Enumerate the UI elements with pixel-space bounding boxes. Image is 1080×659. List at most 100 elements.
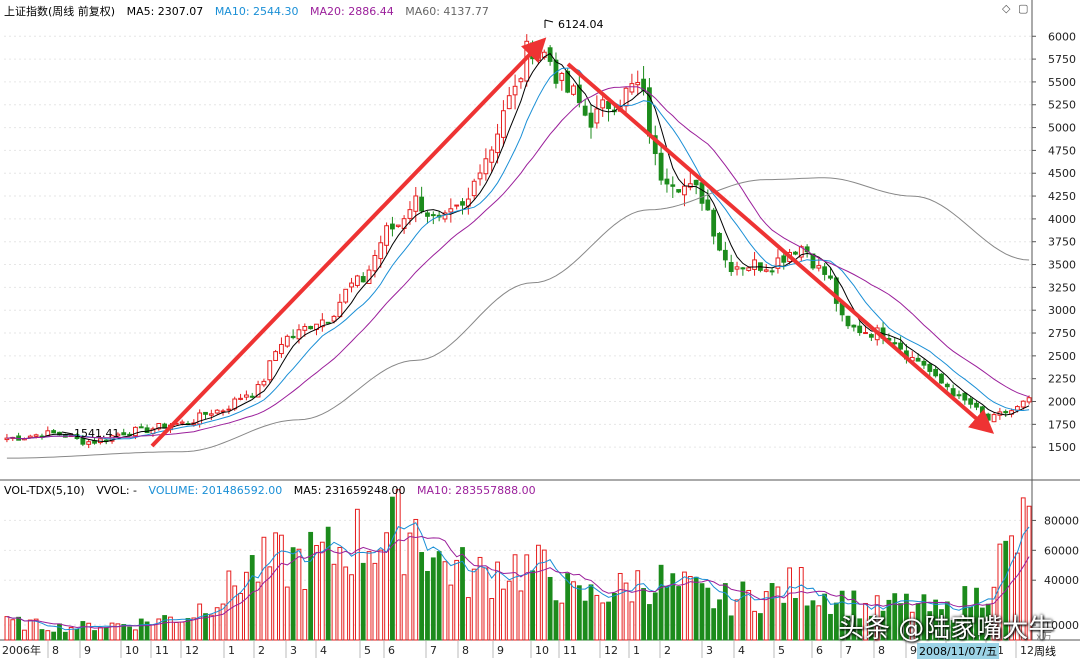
volume-bar (57, 623, 62, 641)
volume-bar (27, 619, 33, 641)
price-tick-label: 5000 (1048, 122, 1076, 135)
candle-body (273, 351, 279, 361)
candle-body (717, 232, 722, 251)
volume-bar (769, 583, 775, 641)
volume-bar (325, 526, 331, 641)
volume-bar (442, 561, 448, 641)
volume-bar (594, 594, 600, 641)
time-tick-label: 12 (1020, 644, 1034, 657)
candle-body (722, 249, 728, 261)
volume-bar (483, 567, 489, 641)
volume-bar (518, 590, 524, 641)
period-label[interactable]: 周线 (1034, 643, 1056, 659)
candle-body (238, 397, 243, 400)
time-tick-label: 11 (155, 644, 169, 657)
volume-bar (500, 588, 506, 641)
volume-bar (273, 532, 279, 641)
time-tick-label: 4 (738, 644, 745, 657)
candle-body (676, 189, 682, 193)
candle-body (243, 394, 249, 398)
candle-body (343, 288, 349, 303)
settings-icon[interactable]: ▢ (1018, 2, 1028, 15)
volume-bar (97, 627, 103, 641)
volume-bar (828, 613, 833, 641)
time-tick-label: 3 (290, 644, 297, 657)
time-tick-label: 4 (320, 644, 327, 657)
candle-body (1026, 397, 1032, 403)
price-tick-label: 4750 (1048, 144, 1076, 157)
price-tick-label: 6000 (1048, 30, 1076, 43)
candle-body (635, 81, 641, 86)
volume-bar (711, 608, 717, 641)
diamond-icon[interactable]: ◇ (1002, 2, 1010, 15)
volume-bar (816, 605, 822, 641)
volume-bar (354, 508, 360, 641)
volume-bar (699, 583, 705, 641)
time-tick-label: 10 (535, 644, 549, 657)
candle-body (991, 414, 997, 423)
price-tick-label: 3000 (1048, 304, 1076, 317)
candle-body (86, 441, 92, 445)
candle-body (495, 133, 500, 154)
candle-body (337, 301, 343, 318)
candle-body (559, 72, 565, 81)
volume-bar (693, 576, 699, 641)
volume-bar (804, 605, 810, 641)
volume-bar (465, 597, 471, 641)
candle-body (921, 360, 927, 366)
volume-bar (536, 544, 541, 641)
time-tick-label: 2 (258, 644, 265, 657)
candle-body (425, 212, 430, 217)
candle-body (781, 255, 787, 263)
candle-body (51, 430, 57, 434)
volume-bar (308, 531, 314, 641)
chart-svg[interactable]: 1500175020002250250027503000325035003750… (0, 0, 1080, 658)
candle-body (214, 409, 220, 414)
volume-bar (454, 559, 460, 641)
volume-bar (45, 630, 51, 641)
candle-body (302, 326, 308, 331)
vol-ma10-value: MA10: 283557888.00 (416, 484, 536, 497)
volume-bar (197, 603, 203, 641)
volume-bar (676, 586, 682, 641)
price-tick-label: 1750 (1048, 418, 1076, 431)
volume-bar (168, 616, 173, 641)
candle-body (471, 180, 477, 197)
volume-bar (401, 574, 407, 641)
volume-bar (337, 546, 343, 641)
candle-body (845, 315, 851, 327)
candle-body (600, 99, 606, 109)
volume-bar (16, 616, 22, 641)
vol-ma5-value: MA5: 231659248.00 (293, 484, 406, 497)
volume-bar (302, 589, 308, 641)
candle-body (208, 413, 214, 416)
volume-bar (238, 592, 243, 641)
candle-body (968, 398, 974, 405)
volume-bar (489, 598, 495, 641)
volume-bar (798, 567, 804, 641)
volume-bar (588, 584, 594, 641)
time-tick-label: 10 (125, 644, 139, 657)
candle-body (249, 395, 255, 398)
volume-bar (775, 586, 781, 641)
candle-body (138, 426, 144, 429)
candle-body (144, 427, 150, 434)
volume-bar (232, 585, 238, 641)
candle-body (933, 368, 939, 377)
volume-bar (647, 604, 652, 641)
volume-bar (4, 616, 10, 641)
candle-body (740, 267, 746, 270)
price-tick-label: 2750 (1048, 327, 1076, 340)
volume-bar (781, 602, 787, 641)
volume-bar (319, 541, 325, 641)
volume-bar (10, 619, 16, 641)
candle-body (430, 214, 436, 217)
volume-bar (390, 496, 395, 641)
chart-window: 1500 1750 2000 2250 2500 2750 3000 3250 3500 3750… (0, 0, 1080, 659)
volume-tick-label: 60000 (1044, 544, 1079, 557)
candle-body (226, 408, 232, 411)
price-tick-label: 5250 (1048, 99, 1076, 112)
ma10-value: MA10: 2544.30 (214, 5, 299, 18)
volume-bar (734, 599, 740, 641)
volume-bar (121, 624, 127, 641)
